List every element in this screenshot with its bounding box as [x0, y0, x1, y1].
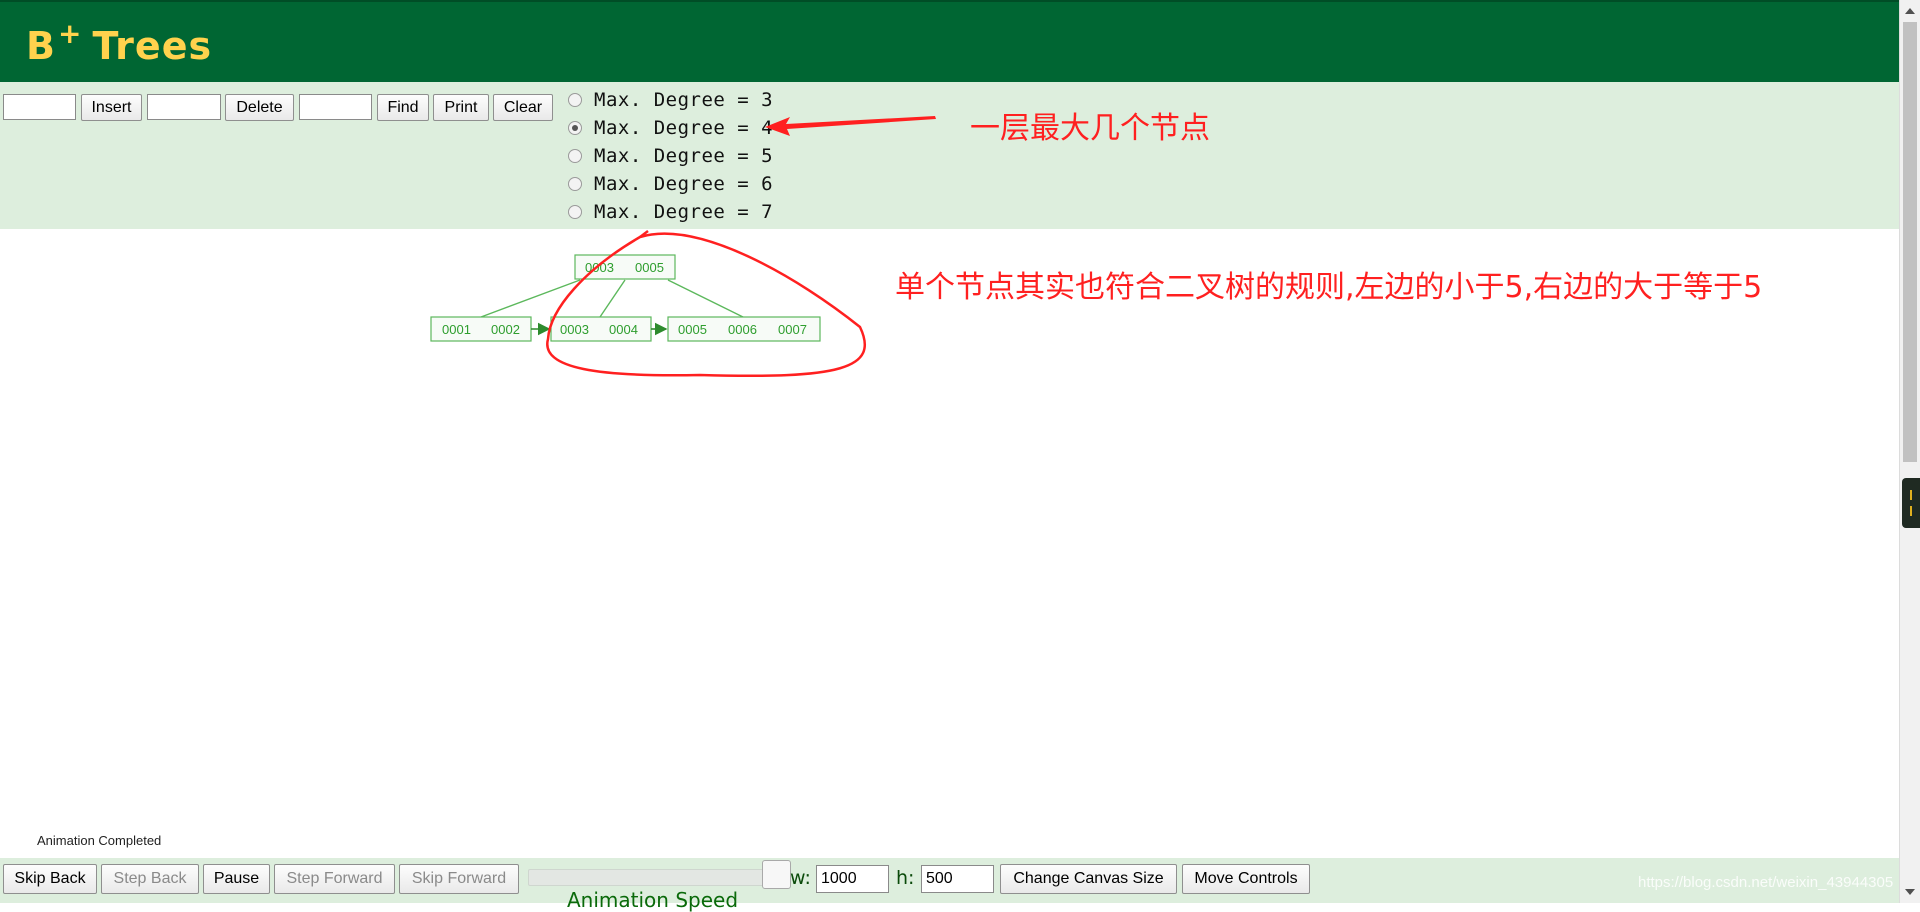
- annotation-degree-note: 一层最大几个节点: [970, 111, 1210, 146]
- degree-option-label: Max. Degree = 7: [594, 201, 774, 223]
- radio-button[interactable]: [568, 177, 582, 191]
- watermark: https://blog.csdn.net/weixin_43944305: [1638, 874, 1894, 891]
- degree-option-5[interactable]: Max. Degree = 5: [568, 144, 773, 168]
- scroll-down-arrow-icon[interactable]: [1905, 889, 1915, 895]
- degree-option-label: Max. Degree = 5: [594, 145, 774, 167]
- leaf-key: 0001: [442, 322, 471, 337]
- root-key: 0005: [635, 260, 664, 275]
- tree-edge: [599, 279, 626, 318]
- leaf-key: 0002: [491, 322, 520, 337]
- degree-option-label: Max. Degree = 6: [594, 173, 774, 195]
- step-back-button[interactable]: Step Back: [101, 864, 199, 894]
- leaf-key: 0007: [778, 322, 807, 337]
- height-label: h:: [896, 867, 915, 889]
- insert-button[interactable]: Insert: [81, 94, 142, 121]
- pause-button[interactable]: Pause: [203, 864, 270, 894]
- degree-option-label: Max. Degree = 3: [594, 89, 774, 111]
- move-controls-button[interactable]: Move Controls: [1182, 864, 1310, 894]
- insert-input[interactable]: [3, 94, 76, 120]
- title-superscript: +: [57, 17, 83, 50]
- radio-button[interactable]: [568, 149, 582, 163]
- leaf-node: 0003 0004: [550, 316, 652, 342]
- animation-controls: Skip Back Step Back Pause Step Forward S…: [0, 858, 1899, 912]
- radio-button[interactable]: [568, 205, 582, 219]
- delete-button[interactable]: Delete: [225, 94, 294, 121]
- scroll-up-arrow-icon[interactable]: [1905, 8, 1915, 14]
- find-input[interactable]: [299, 94, 372, 120]
- algorithm-controls: Insert Delete Find Print Clear Max. Degr…: [0, 82, 1899, 229]
- leaf-key: 0005: [678, 322, 707, 337]
- degree-option-6[interactable]: Max. Degree = 6: [568, 172, 773, 196]
- print-button[interactable]: Print: [433, 94, 489, 121]
- radio-button-selected[interactable]: [568, 121, 582, 135]
- scrollbar-thumb[interactable]: [1903, 22, 1917, 462]
- tree-edge: [667, 279, 744, 318]
- canvas-height-input[interactable]: [921, 865, 994, 893]
- canvas-width-input[interactable]: [816, 865, 889, 893]
- tree-canvas: 0003 0005 0001 0002 0003 0004 0005 0006 …: [430, 230, 866, 378]
- leaf-key: 0003: [560, 322, 589, 337]
- change-canvas-size-button[interactable]: Change Canvas Size: [1000, 864, 1177, 894]
- speed-label: Animation Speed: [567, 888, 739, 912]
- find-button[interactable]: Find: [377, 94, 429, 121]
- side-widget-handle[interactable]: [1902, 478, 1920, 528]
- degree-option-4[interactable]: Max. Degree = 4: [568, 116, 773, 140]
- step-forward-button[interactable]: Step Forward: [274, 864, 395, 894]
- annotation-arrow: [765, 116, 936, 136]
- degree-option-label: Max. Degree = 4: [594, 117, 774, 139]
- header-bar: B+ Trees: [0, 0, 1899, 82]
- skip-back-button[interactable]: Skip Back: [3, 864, 97, 894]
- root-node: 0003 0005: [574, 254, 676, 280]
- vertical-scrollbar[interactable]: [1899, 0, 1920, 903]
- page-title: B+ Trees: [26, 17, 213, 68]
- delete-input[interactable]: [147, 94, 221, 120]
- degree-option-3[interactable]: Max. Degree = 3: [568, 88, 773, 112]
- speed-slider-thumb[interactable]: [762, 860, 791, 889]
- width-label: w:: [790, 867, 811, 889]
- arrow-shape: [765, 116, 936, 136]
- leaf-node: 0005 0006 0007: [667, 316, 821, 342]
- radio-button[interactable]: [568, 93, 582, 107]
- clear-button[interactable]: Clear: [493, 94, 553, 121]
- degree-option-7[interactable]: Max. Degree = 7: [568, 200, 773, 224]
- leaf-key: 0006: [728, 322, 757, 337]
- leaf-node: 0001 0002: [430, 316, 532, 342]
- title-main: B: [26, 24, 56, 68]
- title-rest: Trees: [92, 24, 213, 68]
- leaf-key: 0004: [609, 322, 638, 337]
- status-text: Animation Completed: [37, 833, 162, 848]
- skip-forward-button[interactable]: Skip Forward: [399, 864, 519, 894]
- speed-slider-track[interactable]: [528, 869, 778, 886]
